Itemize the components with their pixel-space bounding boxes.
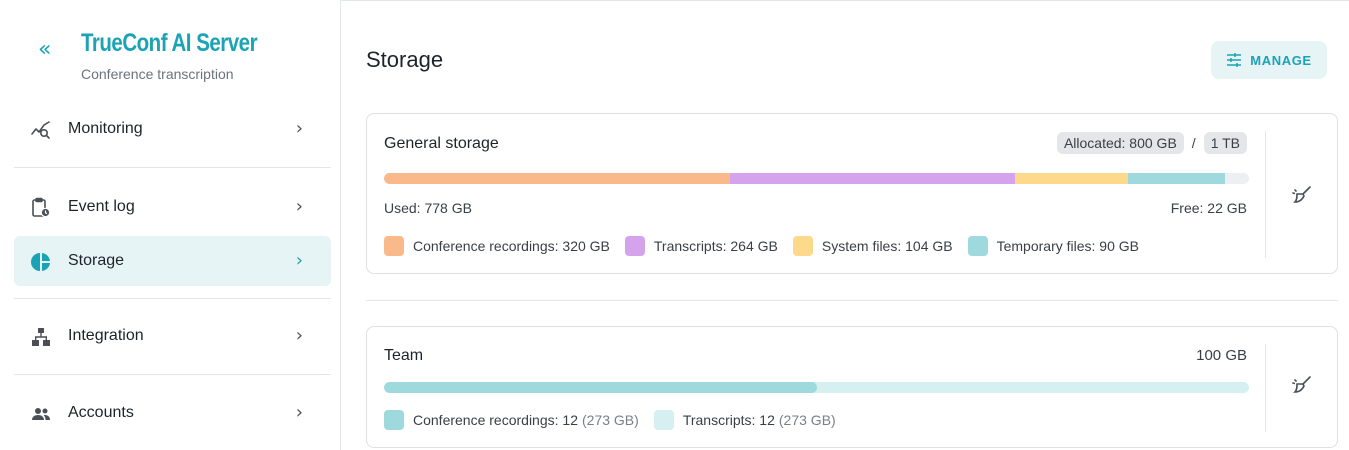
storage-pie-icon — [30, 251, 52, 273]
integration-icon — [30, 326, 52, 348]
sidebar-item-label: Accounts — [68, 404, 134, 421]
team-legend: Conference recordings: 12 (273 GB) Transcr… — [384, 410, 851, 430]
slash-separator: / — [1191, 135, 1196, 151]
sidebar: « TrueConf AI Server Conference transcri… — [0, 0, 341, 450]
sidebar-item-event-log[interactable]: Event log › — [14, 182, 331, 232]
legend-label: System files: 104 GB — [821, 238, 953, 254]
legend-item: Transcripts: 264 GB — [624, 236, 778, 256]
legend-label: Transcripts: 264 GB — [653, 238, 778, 254]
legend-swatch — [967, 236, 988, 256]
legend-swatch — [384, 410, 404, 430]
general-usage-bar — [384, 173, 1249, 184]
usage-segment — [384, 382, 817, 393]
usage-segment — [1015, 173, 1128, 184]
allocated-badge: Allocated: 800 GB — [1056, 132, 1184, 154]
sidebar-item-storage[interactable]: Storage › — [14, 236, 331, 286]
used-label: Used: 778 GB — [384, 200, 472, 216]
total-badge: 1 TB — [1203, 132, 1247, 154]
chevron-right-icon: › — [295, 250, 303, 271]
sidebar-item-integration[interactable]: Integration › — [14, 311, 331, 361]
event-log-icon — [30, 197, 52, 219]
sidebar-item-label: Storage — [68, 252, 125, 269]
general-storage-card: General storage Allocated: 800 GB / 1 TB… — [366, 113, 1338, 274]
section-divider — [366, 300, 1338, 301]
cleanup-button[interactable] — [1287, 370, 1317, 400]
legend-label: Conference recordings: 12 — [413, 412, 578, 428]
legend-label: Temporary files: 90 GB — [996, 238, 1139, 254]
legend-label: Transcripts: 12 — [682, 412, 775, 428]
chevron-right-icon: › — [295, 402, 303, 423]
manage-button[interactable]: MANAGE — [1211, 41, 1327, 79]
legend-swatch — [384, 236, 404, 256]
legend-item: Temporary files: 90 GB — [967, 236, 1139, 256]
accounts-icon — [30, 403, 52, 425]
free-label: Free: 22 GB — [1170, 200, 1247, 216]
sidebar-item-label: Integration — [68, 327, 144, 344]
sliders-icon — [1227, 53, 1242, 67]
usage-segment — [1127, 173, 1226, 184]
double-chevron-left-icon: « — [38, 37, 52, 62]
monitoring-icon — [30, 119, 52, 141]
sidebar-item-accounts[interactable]: Accounts › — [14, 388, 331, 438]
legend-item: System files: 104 GB — [792, 236, 953, 256]
nav-divider — [14, 374, 331, 375]
general-legend: Conference recordings: 320 GB Transcripts… — [384, 236, 1154, 256]
brand: TrueConf AI Server Conference transcript… — [81, 28, 296, 82]
chevron-right-icon: › — [295, 196, 303, 217]
vertical-divider — [1265, 344, 1266, 432]
collapse-sidebar-button[interactable]: « — [38, 38, 62, 62]
usage-segment — [384, 173, 730, 184]
manage-label: MANAGE — [1250, 52, 1312, 68]
vertical-divider — [1265, 131, 1266, 258]
legend-swatch — [624, 236, 645, 256]
broom-icon — [1292, 186, 1311, 203]
sidebar-item-monitoring[interactable]: Monitoring › — [14, 104, 331, 154]
brand-title: TrueConf AI Server — [81, 29, 258, 57]
legend-item: Conference recordings: 320 GB — [384, 236, 610, 256]
card-title: Team — [384, 347, 424, 364]
nav-divider — [14, 167, 331, 168]
legend-swatch — [792, 236, 813, 256]
legend-extra: (273 GB) — [582, 412, 639, 428]
chevron-right-icon: › — [295, 118, 303, 139]
allocation-summary: Allocated: 800 GB / 1 TB — [1056, 132, 1247, 154]
broom-icon — [1292, 376, 1311, 393]
page-title: Storage — [366, 47, 444, 72]
team-usage-bar — [384, 382, 1249, 393]
team-size: 100 GB — [1196, 347, 1247, 364]
legend-swatch — [653, 410, 674, 430]
sidebar-item-label: Monitoring — [68, 120, 143, 137]
legend-extra: (273 GB) — [778, 412, 836, 428]
main-content: Storage MANAGE General storage Allocated… — [342, 0, 1349, 450]
brand-subtitle: Conference transcription — [81, 66, 234, 82]
legend-item: Conference recordings: 12 (273 GB) — [384, 410, 639, 430]
legend-label: Conference recordings: 320 GB — [413, 238, 610, 254]
team-storage-card: Team 100 GB Conference recordings: 12 (27… — [366, 326, 1338, 448]
sidebar-item-label: Event log — [68, 198, 135, 215]
usage-segment — [730, 173, 1016, 184]
cleanup-button[interactable] — [1287, 180, 1317, 210]
chevron-right-icon: › — [295, 325, 303, 346]
legend-item: Transcripts: 12 (273 GB) — [653, 410, 836, 430]
nav-divider — [14, 298, 331, 299]
card-title: General storage — [384, 135, 499, 152]
